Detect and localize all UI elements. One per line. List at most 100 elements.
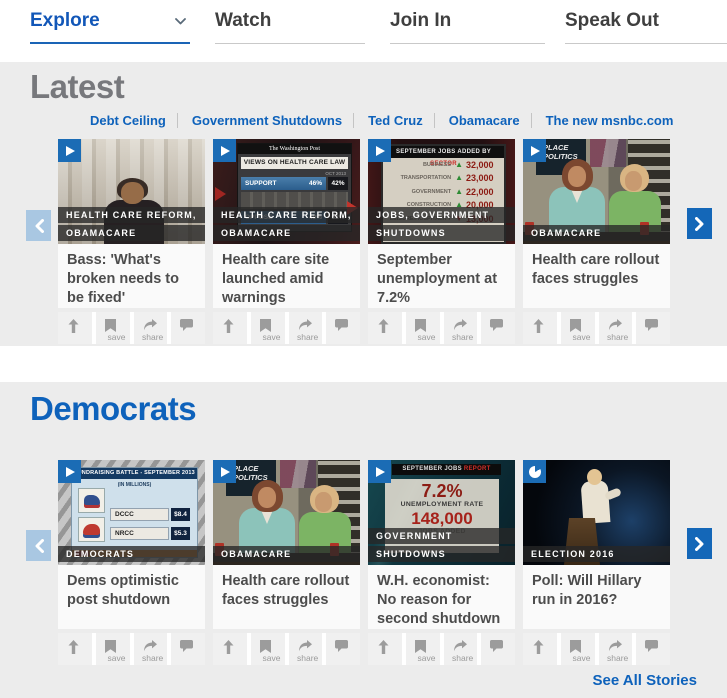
topic-link-obamacare[interactable]: Obamacare	[434, 113, 520, 128]
story-title[interactable]: September unemployment at 7.2%	[368, 244, 515, 308]
jobs-chart-header-text: SEPTEMBER JOBS ADDED BY	[396, 149, 491, 155]
carousel-next-button[interactable]	[687, 528, 712, 559]
kicker-line: GOVERNMENT	[368, 528, 515, 544]
play-icon[interactable]	[213, 139, 236, 162]
topic-link-new-msnbc[interactable]: The new msnbc.com	[531, 113, 674, 128]
nav-label: Watch	[215, 10, 271, 32]
kicker-line: OBAMACARE	[58, 225, 205, 241]
comment-button[interactable]	[326, 312, 360, 344]
guest-figure	[620, 164, 649, 192]
topic-link-ted-cruz[interactable]: Ted Cruz	[353, 113, 423, 128]
share-button[interactable]: share	[289, 633, 323, 665]
save-button[interactable]: save	[251, 633, 285, 665]
play-icon[interactable]	[213, 460, 236, 483]
up-arrow-icon	[222, 319, 235, 333]
save-button[interactable]: save	[561, 633, 595, 665]
upvote-button[interactable]	[523, 633, 557, 665]
share-button[interactable]: share	[134, 633, 168, 665]
upvote-button[interactable]	[213, 312, 247, 344]
comment-button[interactable]	[481, 312, 515, 344]
upvote-button[interactable]	[368, 633, 402, 665]
guest-figure	[252, 480, 283, 512]
save-button[interactable]: save	[561, 312, 595, 344]
carousel-prev-button[interactable]	[26, 530, 51, 561]
video-thumbnail[interactable]: SEPTEMBER JOBS ADDED BY SECTOR BUSINESS▲…	[368, 139, 515, 244]
story-title[interactable]: Bass: 'What's broken needs to be fixed'	[58, 244, 205, 308]
upvote-button[interactable]	[368, 312, 402, 344]
comment-button[interactable]	[171, 312, 205, 344]
nav-tab-watch[interactable]: Watch	[215, 10, 365, 44]
share-button[interactable]: share	[599, 633, 633, 665]
carousel-next-button[interactable]	[687, 208, 712, 239]
story-title[interactable]: W.H. economist: No reason for second shu…	[368, 565, 515, 629]
story-actions: save share	[58, 633, 205, 665]
video-thumbnail[interactable]: FUNDRAISING BATTLE - SEPTEMBER 2013 (IN …	[58, 460, 205, 565]
save-button[interactable]: save	[251, 312, 285, 344]
chevron-down-icon	[175, 18, 186, 25]
comment-button[interactable]	[636, 633, 670, 665]
studio-monitor	[280, 460, 316, 488]
save-label: save	[108, 653, 126, 663]
guest-figure	[315, 492, 332, 512]
video-thumbnail[interactable]: ELECTION 2016	[523, 460, 670, 565]
figure-silhouette	[117, 178, 148, 200]
speaker-figure	[581, 480, 611, 524]
share-icon	[453, 640, 467, 652]
play-icon[interactable]	[368, 139, 391, 162]
poll-source: The Washington Post	[238, 144, 351, 154]
carousel-prev-button[interactable]	[26, 210, 51, 241]
story-actions: save share	[58, 312, 205, 344]
save-button[interactable]: save	[96, 633, 130, 665]
share-button[interactable]: share	[444, 633, 478, 665]
play-icon[interactable]	[523, 139, 546, 162]
guest-figure	[571, 189, 583, 203]
story-title[interactable]: Health care rollout faces struggles	[213, 565, 360, 629]
save-button[interactable]: save	[406, 312, 440, 344]
upvote-button[interactable]	[213, 633, 247, 665]
share-button[interactable]: share	[289, 312, 323, 344]
save-button[interactable]: save	[96, 312, 130, 344]
topic-link-government-shutdowns[interactable]: Government Shutdowns	[177, 113, 342, 128]
topic-links: Debt Ceiling Government Shutdowns Ted Cruz…	[90, 113, 699, 128]
comment-icon	[490, 640, 503, 652]
share-button[interactable]: share	[444, 312, 478, 344]
democrats-carousel: FUNDRAISING BATTLE - SEPTEMBER 2013 (IN …	[58, 460, 699, 665]
poll-icon[interactable]	[523, 460, 546, 483]
play-icon[interactable]	[58, 460, 81, 483]
nav-tab-join-in[interactable]: Join In	[390, 10, 545, 44]
topic-link-debt-ceiling[interactable]: Debt Ceiling	[90, 113, 166, 128]
comment-button[interactable]	[171, 633, 205, 665]
comment-button[interactable]	[481, 633, 515, 665]
story-title[interactable]: Poll: Will Hillary run in 2016?	[523, 565, 670, 629]
upvote-button[interactable]	[58, 633, 92, 665]
share-button[interactable]: share	[599, 312, 633, 344]
comment-button[interactable]	[326, 633, 360, 665]
chevron-left-icon	[34, 539, 44, 553]
see-all-stories-link[interactable]: See All Stories	[593, 672, 698, 689]
up-arrow-icon	[532, 640, 545, 654]
play-icon[interactable]	[368, 460, 391, 483]
play-icon[interactable]	[58, 139, 81, 162]
nav-tab-explore[interactable]: Explore	[30, 10, 190, 44]
section-title-democrats[interactable]: Democrats	[30, 390, 699, 428]
story-title[interactable]: Dems optimistic post shutdown	[58, 565, 205, 629]
story-card: HEALTH CARE REFORM, OBAMACARE Bass: 'Wha…	[58, 139, 205, 344]
video-thumbnail[interactable]: PLACEPOLITICS OBAMACARE	[213, 460, 360, 565]
video-thumbnail[interactable]: PLACEPOLITICS OBAMACARE	[523, 139, 670, 244]
story-title[interactable]: Health care site launched amid warnings	[213, 244, 360, 308]
upvote-button[interactable]	[523, 312, 557, 344]
nav-label: Explore	[30, 10, 100, 32]
video-thumbnail[interactable]: SEPTEMBER JOBS REPORT 7.2% UNEMPLOYMENT …	[368, 460, 515, 565]
save-button[interactable]: save	[406, 633, 440, 665]
jobs-row: TRANSPORTATION▲23,000	[383, 172, 504, 186]
share-label: share	[607, 332, 628, 342]
comment-button[interactable]	[636, 312, 670, 344]
video-thumbnail[interactable]: The Washington Post VIEWS ON HEALTH CARE…	[213, 139, 360, 244]
latest-carousel: HEALTH CARE REFORM, OBAMACARE Bass: 'Wha…	[58, 139, 699, 344]
story-title[interactable]: Health care rollout faces struggles	[523, 244, 670, 308]
video-thumbnail[interactable]: HEALTH CARE REFORM, OBAMACARE	[58, 139, 205, 244]
upvote-button[interactable]	[58, 312, 92, 344]
share-button[interactable]: share	[134, 312, 168, 344]
nav-tab-speak-out[interactable]: Speak Out	[565, 10, 727, 44]
up-arrow-icon	[67, 640, 80, 654]
